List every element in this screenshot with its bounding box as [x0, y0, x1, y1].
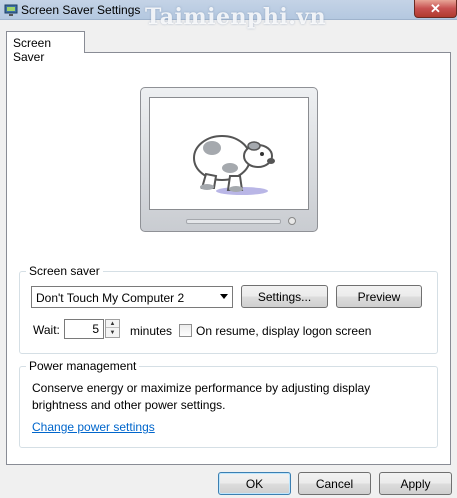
- power-management-group-label: Power management: [26, 359, 140, 373]
- minutes-label: minutes: [130, 324, 173, 338]
- screen-saver-app-icon: [4, 4, 18, 16]
- change-power-settings-link[interactable]: Change power settings: [32, 420, 155, 434]
- close-icon: ✕: [430, 0, 441, 16]
- title-bar[interactable]: Screen Saver Settings Taimienphi.vn ✕: [0, 0, 457, 30]
- monitor-slot: [186, 219, 281, 224]
- cancel-button[interactable]: Cancel: [298, 472, 371, 495]
- screen-saver-group: Screen saver: [19, 264, 438, 354]
- tab-screen-saver[interactable]: Screen Saver: [6, 31, 85, 64]
- preview-button-label: Preview: [357, 289, 401, 304]
- wait-minutes-input[interactable]: 5: [64, 319, 104, 339]
- sheep-icon: [193, 135, 275, 195]
- settings-button-label: Settings...: [257, 289, 312, 304]
- power-description: Conserve energy or maximize performance …: [32, 381, 371, 412]
- cancel-button-label: Cancel: [315, 476, 354, 491]
- screen-saver-settings-window: Screen Saver Settings Taimienphi.vn ✕ Sc…: [0, 0, 457, 498]
- wait-minutes-value: 5: [92, 322, 99, 336]
- spin-up-icon[interactable]: ▲: [106, 320, 119, 328]
- resume-logon-checkbox[interactable]: [179, 324, 192, 337]
- close-button[interactable]: ✕: [414, 0, 457, 18]
- preview-button[interactable]: Preview: [336, 285, 422, 308]
- apply-button[interactable]: Apply: [379, 472, 452, 495]
- settings-button[interactable]: Settings...: [241, 285, 328, 308]
- window-title: Screen Saver Settings: [21, 3, 141, 17]
- wait-label: Wait:: [33, 323, 60, 337]
- preview-monitor: [140, 87, 318, 232]
- preview-screen: [149, 97, 309, 210]
- ok-button[interactable]: OK: [218, 472, 291, 495]
- wait-minutes-spinner[interactable]: ▲ ▼: [105, 319, 120, 338]
- spin-down-icon[interactable]: ▼: [106, 329, 119, 337]
- watermark: Taimienphi.vn: [145, 4, 327, 30]
- apply-button-label: Apply: [400, 476, 431, 491]
- ok-button-label: OK: [245, 476, 264, 491]
- screen-saver-selected-value: Don't Touch My Computer 2: [36, 291, 185, 305]
- chevron-down-icon: [220, 294, 228, 299]
- monitor-power-icon: [288, 217, 296, 225]
- screen-saver-group-label: Screen saver: [26, 264, 103, 278]
- screen-saver-select[interactable]: Don't Touch My Computer 2: [31, 286, 233, 308]
- resume-logon-label[interactable]: On resume, display logon screen: [196, 324, 371, 338]
